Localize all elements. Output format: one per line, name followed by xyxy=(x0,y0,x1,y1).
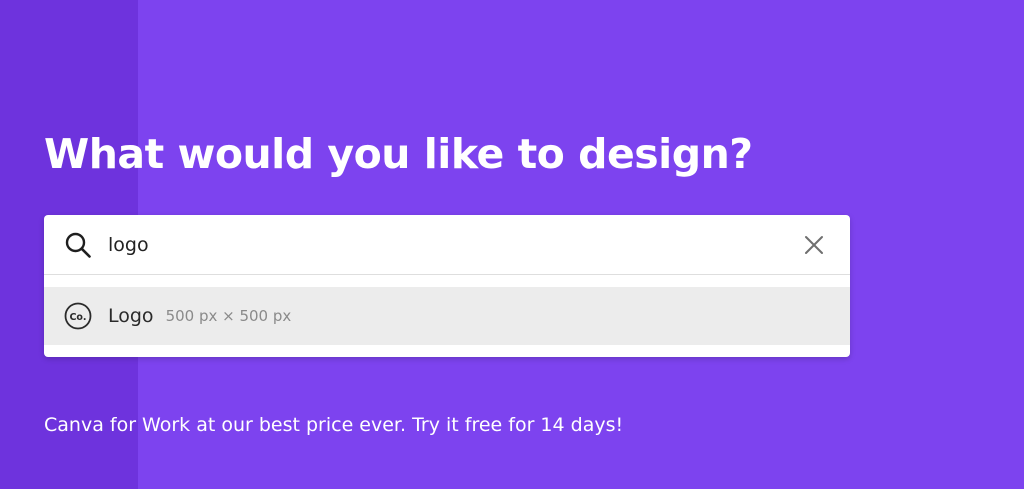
page-title: What would you like to design? xyxy=(44,130,753,178)
suggestion-dimensions: 500 px × 500 px xyxy=(165,307,292,325)
canva-logo-icon-text: Co. xyxy=(69,312,86,323)
canva-logo-icon: Co. xyxy=(64,302,92,330)
close-icon[interactable] xyxy=(800,231,828,259)
promo-link[interactable]: Canva for Work at our best price ever. T… xyxy=(44,410,623,440)
hero-banner: What would you like to design? Co. Logo … xyxy=(0,0,1024,489)
search-input[interactable] xyxy=(108,229,788,261)
search-icon xyxy=(65,232,91,258)
suggestion-item-logo[interactable]: Co. Logo 500 px × 500 px xyxy=(44,287,850,345)
suggestion-label: Logo xyxy=(108,305,154,327)
search-dropdown: Co. Logo 500 px × 500 px xyxy=(44,215,850,357)
search-bar xyxy=(44,215,850,275)
suggestion-text: Logo 500 px × 500 px xyxy=(108,287,291,345)
